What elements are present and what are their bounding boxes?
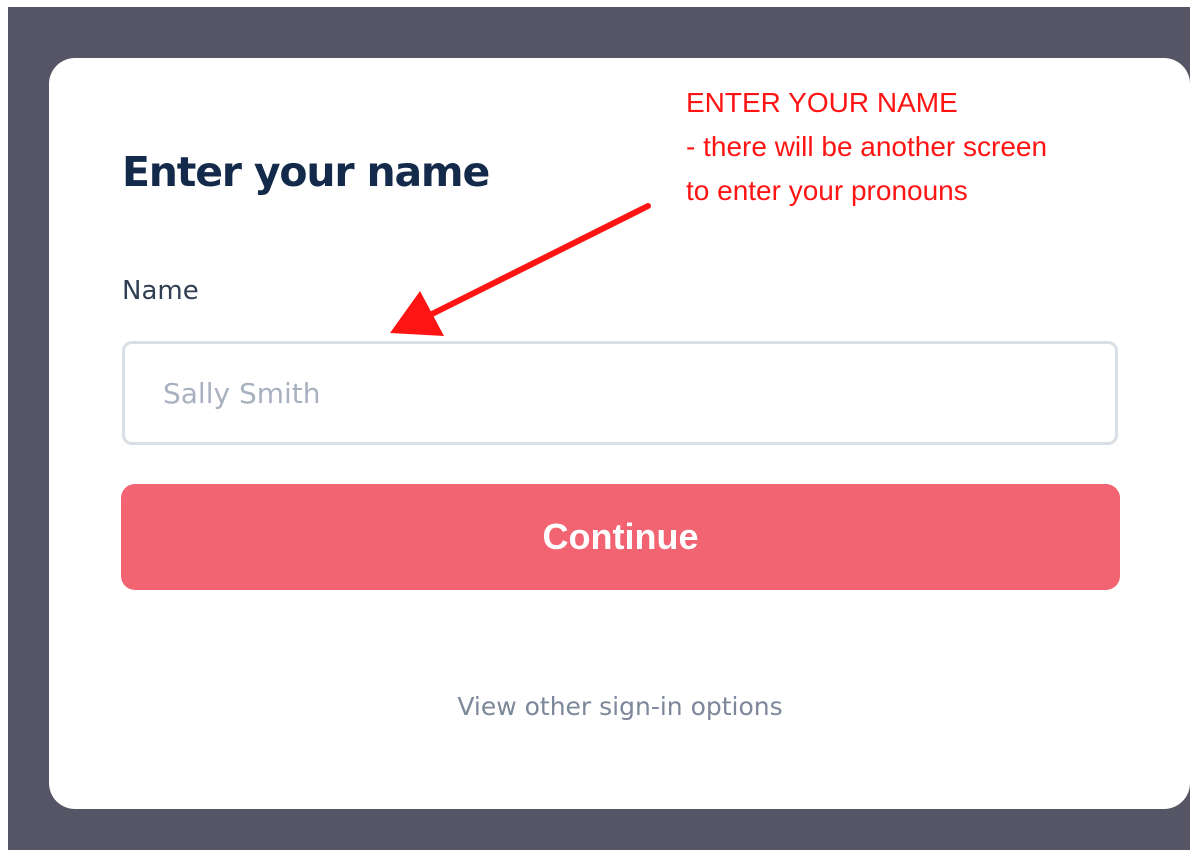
page-title: Enter your name: [122, 148, 490, 196]
view-other-sign-in-options-link[interactable]: View other sign-in options: [0, 692, 1190, 721]
annotation-line: - there will be another screen: [686, 131, 1048, 162]
annotation-note: ENTER YOUR NAME - there will be another …: [686, 81, 1047, 213]
annotation-line: ENTER YOUR NAME: [686, 87, 958, 118]
name-input[interactable]: [122, 341, 1118, 445]
continue-button[interactable]: Continue: [121, 484, 1120, 590]
name-label: Name: [122, 276, 199, 306]
annotation-line: to enter your pronouns: [686, 175, 968, 206]
